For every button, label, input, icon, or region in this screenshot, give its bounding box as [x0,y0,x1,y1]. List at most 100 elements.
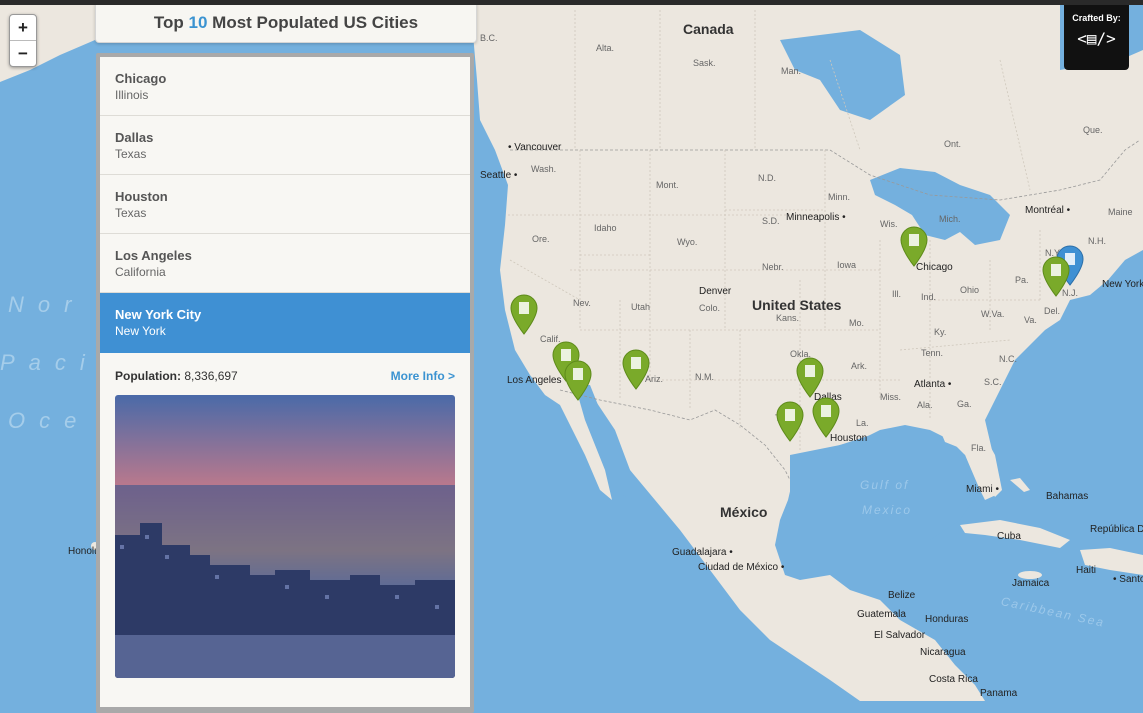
city-list: Chicago Illinois Dallas Texas Houston Te… [100,57,470,707]
city-item-dallas[interactable]: Dallas Texas [100,116,470,175]
label-city: Guadalajara • [672,547,733,558]
page-title: Top 10 Most Populated US Cities [95,3,477,43]
label-state: B.C. [480,33,498,43]
label-city: Bahamas [1046,491,1089,502]
population: Population: 8,336,697 [115,369,238,383]
label-state: Va. [1024,315,1037,325]
label-state: Mont. [656,180,679,190]
label-state: Utah [631,302,651,312]
city-item-new-york-city[interactable]: New York City New York [100,293,470,353]
map-pin[interactable] [811,397,841,439]
label-city: Panama [980,688,1018,699]
zoom-in-button[interactable]: + [10,15,36,41]
label-state: Ind. [921,292,937,302]
label-state: Mo. [849,318,865,328]
label-state: N.D. [758,173,776,183]
city-state: California [115,265,166,279]
city-photo-image [115,395,455,678]
map-pin[interactable] [775,401,805,443]
population-value: 8,336,697 [184,369,238,383]
label-state: La. [856,418,869,428]
label-state: S.D. [762,216,780,226]
label-state: Minn. [828,192,851,202]
label-ocean: Oce [8,408,91,433]
label-state: Que. [1083,125,1103,135]
city-item-houston[interactable]: Houston Texas [100,175,470,234]
city-detail: Population: 8,336,697 More Info > [100,353,470,678]
map-pin[interactable] [899,226,929,268]
label-state: Kans. [776,313,800,323]
label-city: Haiti [1076,565,1097,576]
label-city: El Salvador [874,630,926,641]
top-bar [0,0,1143,5]
more-info-link[interactable]: More Info > [391,369,455,383]
city-item-los-angeles[interactable]: Los Angeles California [100,234,470,293]
label-canada: Canada [683,21,734,37]
label-state: Wash. [531,164,557,174]
label-state: Sask. [693,58,716,68]
city-name: Chicago [115,71,167,86]
city-state: Illinois [115,88,149,102]
label-state: Ala. [917,400,933,410]
label-city: New York [1102,279,1143,290]
label-state: Idaho [594,223,617,233]
label-state: Ont. [944,139,962,149]
label-state: N.C. [999,354,1017,364]
label-city: Guatemala [857,609,906,620]
title-suffix: Most Populated US Cities [207,13,419,32]
city-name: Los Angeles [115,248,192,263]
map-pin[interactable] [509,294,539,336]
population-label: Population: [115,369,181,383]
label-city: Seattle • [480,170,518,181]
zoom-control: + − [9,14,37,67]
label-city: Jamaica [1012,578,1050,589]
crafted-by-badge[interactable]: Crafted By: <▤/> [1064,5,1129,70]
label-city: Nicaragua [920,647,966,658]
map-pin[interactable] [795,357,825,399]
title-prefix: Top [153,13,189,32]
label-state: Fla. [971,443,987,453]
label-state: Ore. [532,234,550,244]
map-pin[interactable] [621,349,651,391]
label-state: W.Va. [981,309,1005,319]
city-state: New York [115,324,166,338]
label-state: Miss. [880,392,901,402]
zoom-out-button[interactable]: − [10,41,36,66]
label-state: Del. [1044,306,1061,316]
label-city: Montréal • [1025,205,1071,216]
label-state: S.C. [984,377,1002,387]
label-state: Ga. [957,399,972,409]
label-state: Pa. [1015,275,1029,285]
label-city: Denver [699,286,732,297]
label-city: República Dominicana [1090,524,1143,535]
label-state: Ill. [892,289,901,299]
label-state: Tenn. [921,348,944,358]
label-state: N.H. [1088,236,1106,246]
label-state: Ohio [960,285,980,295]
label-state: Nev. [573,298,591,308]
label-water: Gulf of [860,478,910,492]
label-city: • Santo [1113,574,1143,585]
label-city: Ciudad de México • [698,562,785,573]
label-united-states: United States [752,297,842,313]
label-ocean: Nor [8,292,86,317]
label-state: Colo. [699,303,721,313]
label-state: Alta. [596,43,615,53]
label-state: Nebr. [762,262,784,272]
label-city: Atlanta • [914,379,952,390]
city-photo [115,395,455,678]
city-item-chicago[interactable]: Chicago Illinois [100,57,470,116]
label-state: Wyo. [677,237,698,247]
label-city: Costa Rica [929,674,978,685]
label-state: Man. [781,66,802,76]
code-logo-icon: <▤/> [1077,29,1116,48]
map-pin[interactable] [1041,256,1071,298]
title-number: 10 [188,13,208,32]
city-state: Texas [115,206,147,220]
city-name: Dallas [115,130,154,145]
label-water: Mexico [862,503,913,517]
crafted-by-label: Crafted By: [1072,13,1121,23]
label-city: Miami • [966,484,999,495]
map-pin[interactable] [563,360,593,402]
city-state: Texas [115,147,147,161]
